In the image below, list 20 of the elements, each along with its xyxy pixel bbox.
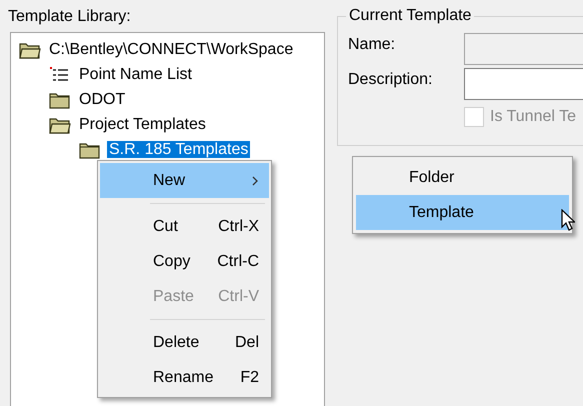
menu-item[interactable]: Copy Ctrl-C	[100, 244, 269, 279]
text-field[interactable]	[464, 68, 583, 100]
menu-item[interactable]: Rename F2	[100, 360, 269, 395]
group-title: Current Template	[346, 7, 474, 25]
menu-item[interactable]: New	[100, 163, 269, 198]
menu-item[interactable]: Delete Del	[100, 325, 269, 360]
list-icon	[49, 66, 71, 84]
tree-item[interactable]: ODOT	[77, 91, 128, 108]
checkbox-label: Is Tunnel Te	[490, 107, 576, 127]
section-label: Template Library:	[8, 7, 132, 27]
tree-item[interactable]: C:\Bentley\CONNECT\WorkSpace	[47, 41, 296, 58]
field-label: Name:	[348, 35, 396, 55]
tree-item[interactable]: S.R. 185 Templates	[107, 141, 250, 158]
menu-item[interactable]: Template	[356, 195, 569, 230]
tree-item[interactable]: Project Templates	[77, 116, 208, 133]
mouse-cursor-icon	[561, 209, 575, 231]
menu-item[interactable]: Folder	[356, 160, 569, 195]
menu-item[interactable]: Cut Ctrl-X	[100, 209, 269, 244]
tree-item[interactable]: Point Name List	[77, 66, 194, 83]
field-label: Description:	[348, 70, 434, 90]
